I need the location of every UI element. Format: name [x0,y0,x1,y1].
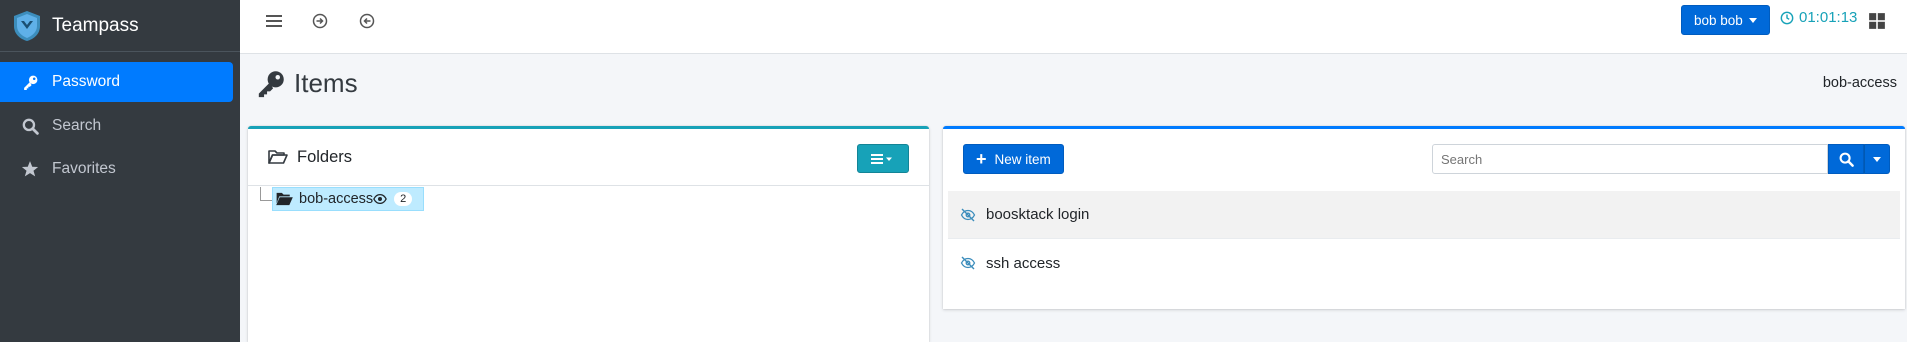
key-icon [258,70,284,97]
breadcrumb: bob-access [1822,75,1897,91]
list-item[interactable]: ssh access [948,239,1900,287]
top-navbar: bob bob 01:01:13 [240,0,1907,54]
user-name: bob bob [1694,12,1743,28]
search-input[interactable] [1432,144,1828,174]
item-list: boosktack login ssh access [948,191,1900,287]
arrow-left-circle-icon[interactable] [357,11,377,31]
brand[interactable]: Teampass [0,0,240,52]
eye-slash-icon [960,256,976,270]
sidebar-item-favorites[interactable]: Favorites [0,149,232,189]
caret-down-icon [1873,156,1881,162]
eye-slash-icon [960,208,976,221]
sidebar-item-label: Search [52,117,102,134]
folder-label: bob-access [299,191,374,207]
items-card: + New item boosktack login ssh access [943,126,1905,309]
folders-menu-button[interactable] [857,144,909,173]
key-icon [20,72,40,92]
session-timer[interactable]: 01:01:13 [1780,9,1857,26]
search-options-dropdown[interactable] [1864,144,1890,174]
sidebar-item-password[interactable]: Password [0,62,233,102]
eye-icon [373,193,388,205]
search-icon [20,116,40,136]
new-item-button[interactable]: + New item [963,144,1064,174]
star-icon [20,159,40,179]
sidebar-item-search[interactable]: Search [0,106,232,146]
teampass-logo-icon [14,10,40,41]
caret-down-icon [1748,17,1757,23]
folder-open-icon [268,150,288,164]
sidebar-item-label: Favorites [52,160,116,177]
brand-name: Teampass [52,14,139,36]
sidebar-nav: Password Search Favorites [0,52,240,189]
item-count-badge: 2 [394,192,413,206]
item-label: ssh access [986,254,1061,272]
clock-icon [1780,11,1794,24]
folders-card: Folders bob-access 2 [248,126,929,342]
sidebar: Teampass Password Search Favorites [0,0,240,342]
bars-caret-icon [871,153,892,164]
timer-value: 01:01:13 [1799,9,1858,26]
list-item[interactable]: boosktack login [948,191,1900,239]
plus-icon: + [976,148,987,169]
item-label: boosktack login [986,206,1090,223]
search-button[interactable] [1828,144,1864,174]
user-menu-button[interactable]: bob bob [1681,5,1770,35]
arrow-right-circle-icon[interactable] [310,11,330,31]
search-icon [1839,152,1854,167]
folders-card-header: Folders [248,129,929,186]
grid-icon[interactable] [1868,12,1886,30]
folder-open-icon [276,192,293,206]
page-title-text: Items [294,68,358,98]
hamburger-menu-icon[interactable] [264,11,284,31]
new-item-label: New item [994,151,1051,167]
folders-title: Folders [297,147,353,166]
page-title: Items [256,68,358,99]
sidebar-item-label: Password [52,73,121,90]
tree-connector-line [260,187,272,201]
folder-tree-node[interactable]: bob-access 2 [272,187,424,211]
